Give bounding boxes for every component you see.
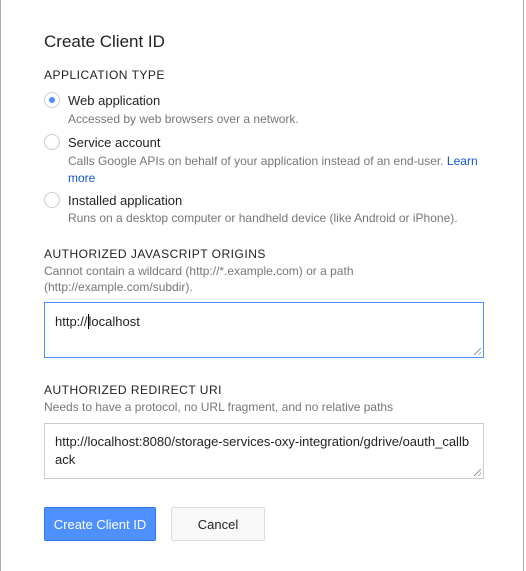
- redirect-uri-help: Needs to have a protocol, no URL fragmen…: [44, 400, 394, 414]
- dialog-title: Create Client ID: [44, 32, 165, 51]
- js-origins-help: Cannot contain a wildcard (http://*.exam…: [44, 264, 354, 294]
- installed-application-description: Runs on a desktop computer or handheld d…: [68, 211, 458, 225]
- radio-installed-application[interactable]: [44, 192, 60, 208]
- service-account-label[interactable]: Service account: [68, 135, 161, 150]
- js-origins-value-start: http://: [55, 314, 88, 329]
- installed-application-label[interactable]: Installed application: [68, 193, 182, 208]
- web-application-label[interactable]: Web application: [68, 93, 160, 108]
- js-origins-value-end: localhost: [88, 314, 140, 329]
- redirect-uri-heading: AUTHORIZED REDIRECT URI: [44, 383, 222, 397]
- js-origins-textarea[interactable]: http://localhost: [44, 302, 484, 358]
- service-account-description-text: Calls Google APIs on behalf of your appl…: [68, 154, 444, 168]
- create-client-id-dialog: Create Client ID APPLICATION TYPE Web ap…: [0, 0, 524, 571]
- web-application-description: Accessed by web browsers over a network.: [68, 112, 299, 126]
- cancel-button[interactable]: Cancel: [171, 507, 265, 541]
- create-client-id-button[interactable]: Create Client ID: [44, 507, 156, 541]
- redirect-uri-textarea[interactable]: http://localhost:8080/storage-services-o…: [44, 423, 484, 479]
- application-type-heading: APPLICATION TYPE: [44, 68, 165, 82]
- resize-grip-icon[interactable]: [474, 469, 481, 476]
- radio-service-account[interactable]: [44, 134, 60, 150]
- radio-web-application[interactable]: [44, 92, 60, 108]
- service-account-description: Calls Google APIs on behalf of your appl…: [68, 153, 488, 187]
- redirect-uri-value: http://localhost:8080/storage-services-o…: [55, 434, 470, 467]
- js-origins-heading: AUTHORIZED JAVASCRIPT ORIGINS: [44, 247, 266, 261]
- resize-grip-icon[interactable]: [474, 348, 481, 355]
